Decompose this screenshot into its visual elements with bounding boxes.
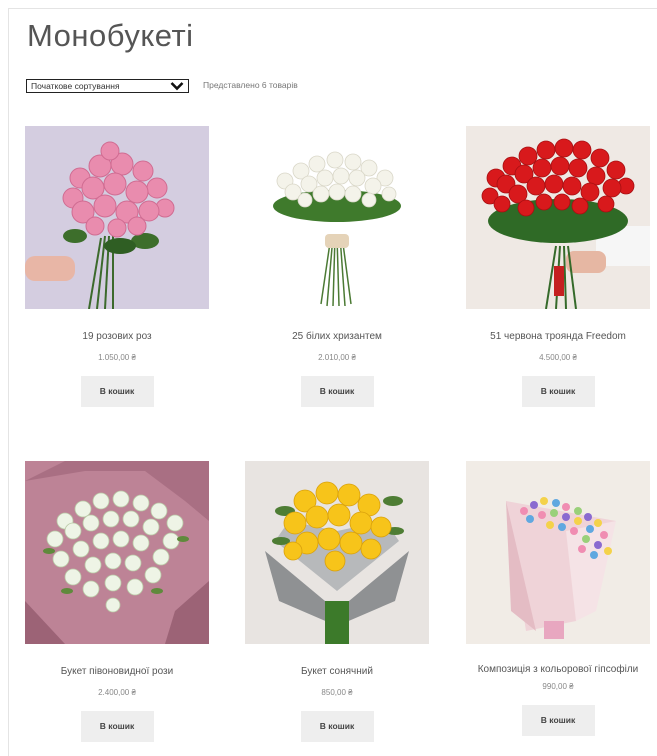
product-price: 850,00 ₴ (321, 688, 353, 697)
product-image[interactable] (25, 126, 209, 309)
product-image[interactable] (466, 461, 650, 644)
product-price: 1.050,00 ₴ (98, 353, 136, 362)
add-to-cart-button[interactable]: В кошик (300, 711, 374, 742)
product-card: Букет сонячний 850,00 ₴ В кошик (245, 461, 429, 742)
product-price: 2.400,00 ₴ (98, 688, 136, 697)
product-price: 4.500,00 ₴ (539, 353, 577, 362)
product-name[interactable]: Букет сонячний (245, 664, 429, 680)
product-price: 2.010,00 ₴ (318, 353, 356, 362)
result-count: Представлено 6 товарів (203, 80, 298, 90)
product-name[interactable]: 51 червона троянда Freedom (466, 329, 650, 345)
product-name[interactable]: 19 розових роз (25, 329, 209, 345)
add-to-cart-button[interactable]: В кошик (521, 705, 595, 736)
page-title: Монобукеті (27, 18, 194, 53)
product-name[interactable]: Композиція з кольорової гіпсофіли (466, 662, 650, 678)
product-card: Композиція з кольорової гіпсофіли 990,00… (466, 461, 650, 736)
product-image[interactable] (245, 126, 429, 309)
product-image[interactable] (245, 461, 429, 644)
add-to-cart-button[interactable]: В кошик (300, 376, 374, 407)
add-to-cart-button[interactable]: В кошик (80, 711, 154, 742)
product-card: 51 червона троянда Freedom 4.500,00 ₴ В … (466, 126, 650, 407)
product-card: 25 білих хризантем 2.010,00 ₴ В кошик (245, 126, 429, 407)
product-card: 19 розових роз 1.050,00 ₴ В кошик (25, 126, 209, 407)
add-to-cart-button[interactable]: В кошик (521, 376, 595, 407)
product-card: Букет півоновидної рози 2.400,00 ₴ В кош… (25, 461, 209, 742)
sort-select[interactable]: Початкове сортування (26, 79, 189, 93)
product-name[interactable]: Букет півоновидної рози (25, 664, 209, 680)
sort-select-value: Початкове сортування (31, 81, 120, 91)
product-image[interactable] (466, 126, 650, 309)
add-to-cart-button[interactable]: В кошик (80, 376, 154, 407)
product-image[interactable] (25, 461, 209, 644)
chevron-down-icon (170, 82, 184, 91)
product-price: 990,00 ₴ (542, 682, 574, 691)
product-name[interactable]: 25 білих хризантем (245, 329, 429, 345)
